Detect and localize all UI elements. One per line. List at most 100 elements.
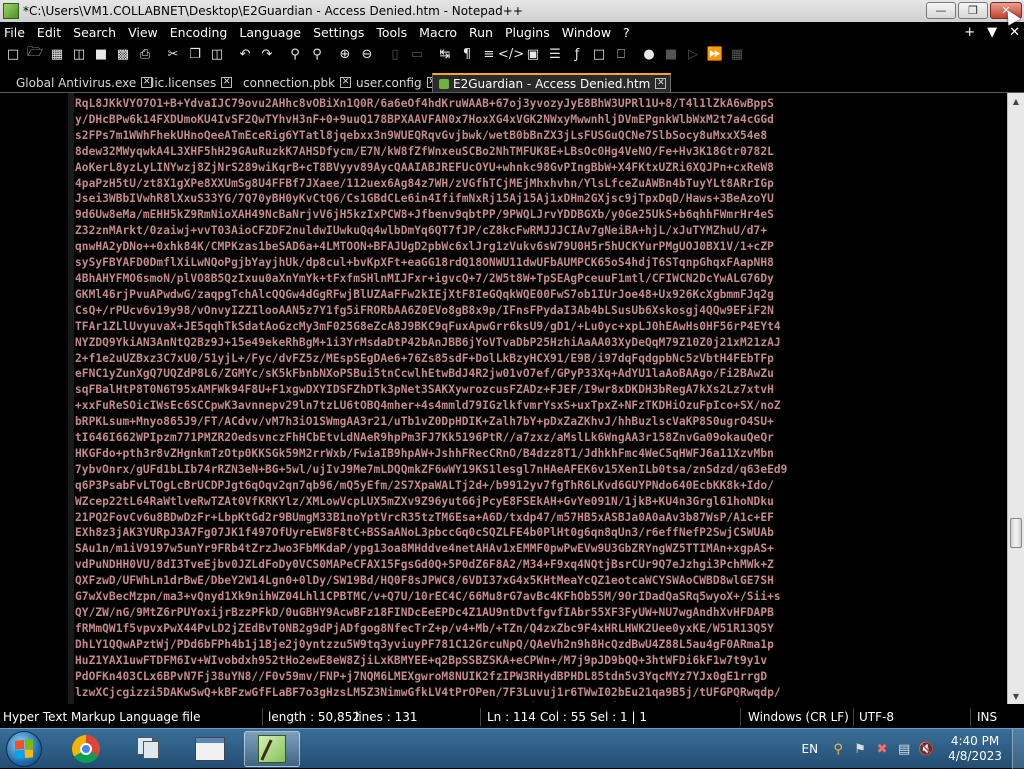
code-line[interactable]: 7ybvOnrx/gUFd1bLIb74rRZN3eN+BG+5wl/ujIvJ… [75,462,1004,478]
print-icon[interactable]: ⎙ [135,44,155,64]
code-line[interactable]: tI646I662WPIpzm771PMZR2OedsvnczFhHCbEtvL… [75,430,1004,446]
code-line[interactable]: sqFBalHtP8T0N6T95xAMFWk94F8U+F1xgwDXYIDS… [75,382,1004,398]
close-all-icon[interactable]: ▩ [113,44,133,64]
indent-guide-icon[interactable]: ≡ [479,44,499,64]
taskbar-explorer[interactable] [182,731,238,767]
menu-file[interactable]: File [0,25,31,40]
tab-lic-licenses[interactable]: lic.licenses ✕ [145,73,236,92]
record-macro-icon[interactable]: ● [639,44,659,64]
taskbar-chrome[interactable] [58,731,114,767]
code-line[interactable]: NYZDQ9YkiAN3AnNtQ2Bz9J+15e49ekeRhBgM+1i3… [75,335,1004,351]
code-line[interactable]: 4paPzH5tU/zt8X1gXPe8XXUmSg8U4FFBf7JXaee/… [75,176,1004,192]
notepad-plus-plus-icon[interactable] [3,3,19,19]
code-line[interactable]: DhLY1QQwAPztWj/PDd6bFPh4b1j1Bje2j0yntzzu… [75,637,1004,653]
search-tray-icon[interactable]: ⚲ [830,741,846,757]
code-line[interactable]: 4BhAHYFMO6smoN/plVO8B5QzIxuu0aXnYmYk+tFx… [75,271,1004,287]
code-line[interactable]: HuZ1YAX1uwFTDFM6Iv+WIvobdxh952tHo2ewE8eW… [75,653,1004,669]
sync-vertical-icon[interactable]: ▯ [385,44,405,64]
code-line[interactable]: +xxFuReSOicIWsEc6SCCpwK3avnnepv29ln7tzLU… [75,398,1004,414]
maximize-button[interactable]: ❐ [958,2,988,19]
sync-horizontal-icon[interactable]: ▭ [407,44,427,64]
menu-view[interactable]: View [122,25,164,40]
menu-macro[interactable]: Macro [413,25,463,40]
code-line[interactable]: Jsei3WBbIVwhR8lXxuS33YG/7Q70yBH0yKvCtQ6/… [75,191,1004,207]
save-macro-icon[interactable]: ▦ [727,44,747,64]
show-desktop-button[interactable] [1012,729,1024,769]
vertical-scrollbar[interactable]: ▲ ▼ [1007,93,1024,704]
tab-list-dropdown-icon[interactable]: ▼ [987,25,997,40]
scrollbar-thumb[interactable] [1010,518,1022,548]
code-line[interactable]: vdPuNDHH0VU/8dI3TveEjbv0JZLdFoDy0VCS0MAP… [75,557,1004,573]
tab-close-icon[interactable]: ✕ [655,78,667,89]
save-icon[interactable]: ▦ [47,44,67,64]
stop-macro-icon[interactable]: ■ [661,44,681,64]
code-line[interactable]: QY/ZW/nG/9MtZ6rPUYoxijrBzzPFkD/0uGBHY9Ac… [75,605,1004,621]
code-line[interactable]: Hvh7rYEksTkDMJW2pEHAT48DrIBFNPoQNyAu8328… [75,700,1004,702]
code-line[interactable]: eFNC1yZunXgQ7UQZdP8L6/ZGMYc/sK5kFbnbNXoP… [75,366,1004,382]
editor[interactable]: RqL8JKkVYO7O1+B+YdvaIJC79ovu2AHhc8vOBiXn… [0,93,1024,704]
show-all-chars-icon[interactable]: ¶ [457,44,477,64]
menu-tools[interactable]: Tools [370,25,413,40]
title-bar[interactable]: *C:\Users\VM1.COLLABNET\Desktop\E2Guardi… [0,0,1024,22]
menu-edit[interactable]: Edit [31,25,67,40]
menu-search[interactable]: Search [67,25,122,40]
redo-icon[interactable]: ↷ [257,44,277,64]
menu-window[interactable]: Window [556,25,617,40]
code-line[interactable]: 21PQ2FovCv6u8BDwDzFr+LbpKtGd2r9BUmgM33B1… [75,510,1004,526]
menu-encoding[interactable]: Encoding [164,25,234,40]
code-line[interactable]: q6P3PsabFvLTOgLcBrUCDPJgt6qOqv2qn7qb96/m… [75,478,1004,494]
copy-icon[interactable]: ❐ [185,44,205,64]
tab-connection-pbk[interactable]: connection.pbk ✕ [237,73,355,92]
code-line[interactable]: bRPKLsum+Mnyo865J9/FT/ACdvv/vM7h3iO1SWmg… [75,414,1004,430]
menu-plugins[interactable]: Plugins [499,25,556,40]
code-line[interactable]: 9d6Uw8eMa/mEHH5kZ9RmNioXAH49NcBaNrjvV6jH… [75,207,1004,223]
code-line[interactable]: HKGFdo+pth3r8vZHgnkmTzOtp0KKSGk59M2rrWxb… [75,446,1004,462]
paste-icon[interactable]: ◫ [207,44,227,64]
code-line[interactable]: CsQ+/rPUcv6v19y98/vOnvyIZZIlooAAN5z7Y1fg… [75,303,1004,319]
monitor-icon[interactable]: ⎕ [611,44,631,64]
minimize-button[interactable]: — [926,2,956,19]
tab-e2guardian-access-denied[interactable]: E2Guardian - Access Denied.htm ✕ [432,73,672,92]
cut-icon[interactable]: ✂ [163,44,183,64]
zoom-in-icon[interactable]: ⊕ [335,44,355,64]
taskbar-notepad-plus-plus[interactable] [244,731,300,767]
code-line[interactable]: 8dew32MWyqwkA4L3XHF5hH29GAuRuzkK7AHSDfyc… [75,144,1004,160]
code-line[interactable]: y/DHcBPw6k14FXDUmoKU4IvSF2QwTYhvH3nF+0+9… [75,112,1004,128]
new-file-icon[interactable]: □ [3,44,23,64]
tab-close-icon[interactable]: ✕ [221,77,233,88]
security-tray-icon[interactable]: ✖ [874,741,890,757]
code-line[interactable]: fRMmQW1f5vpvxPwX44PvLD2jZEdBvT0NB2g9dPjA… [75,621,1004,637]
replace-icon[interactable]: ⚲ [307,44,327,64]
scroll-up-icon[interactable]: ▲ [1008,93,1024,109]
doc-map-icon[interactable]: ▣ [523,44,543,64]
save-all-icon[interactable]: ◫ [69,44,89,64]
status-eol[interactable]: Windows (CR LF) [748,710,849,724]
code-icon[interactable]: </> [498,44,524,64]
tab-user-config[interactable]: user.config ✕ [350,73,442,92]
code-line[interactable]: Z32znMArkt/0zaiwj+vvT03AioCFZDF2nuldwIUw… [75,223,1004,239]
code-line[interactable]: QXFzwD/UFWhLn1drBwE/DbeY2W14Lgn0+0lDy/SW… [75,573,1004,589]
menu-help[interactable]: ? [617,25,636,40]
menu-run[interactable]: Run [463,25,499,40]
network-tray-icon[interactable]: ▤ [896,741,912,757]
tab-global-antivirus[interactable]: Global Antivirus.exe ✕ [10,73,156,92]
folder-workspace-icon[interactable]: □ [589,44,609,64]
play-macro-icon[interactable]: ▷ [683,44,703,64]
close-icon[interactable]: ■ [91,44,111,64]
status-encoding[interactable]: UTF-8 [859,710,894,724]
editor-text-area[interactable]: RqL8JKkVYO7O1+B+YdvaIJC79ovu2AHhc8vOBiXn… [75,96,1004,702]
run-macro-multiple-icon[interactable]: ⏩ [705,44,725,64]
code-line[interactable]: WZcep22tL64RaWtlveRwTZAt0VfKRKYlz/XMLowV… [75,494,1004,510]
menu-settings[interactable]: Settings [307,25,370,40]
code-line[interactable]: SAu1n/m1iV9197w5unYr9FRb4tZrzJwo3FbMKdaP… [75,541,1004,557]
code-line[interactable]: GKMl46rjPvuAPwdwG/zaqpgTchAlcQQGw4dGgRFw… [75,287,1004,303]
taskbar-virtualbox[interactable] [120,731,176,767]
undo-icon[interactable]: ↶ [235,44,255,64]
code-line[interactable]: EXh8z3jAK3YURpJ3A7Fg07JK1f497OfUyreEW8F8… [75,525,1004,541]
code-line[interactable]: s2FPs7m1WWhFhekUHnoQeeATmEceRig6YTatl8jq… [75,128,1004,144]
open-file-icon[interactable]: 🗁 [25,44,45,64]
clock[interactable]: 4:40 PM 4/8/2023 [948,734,1002,764]
doc-list-icon[interactable]: ☰ [545,44,565,64]
scroll-down-icon[interactable]: ▼ [1008,688,1024,704]
language-indicator[interactable]: EN [802,742,819,756]
